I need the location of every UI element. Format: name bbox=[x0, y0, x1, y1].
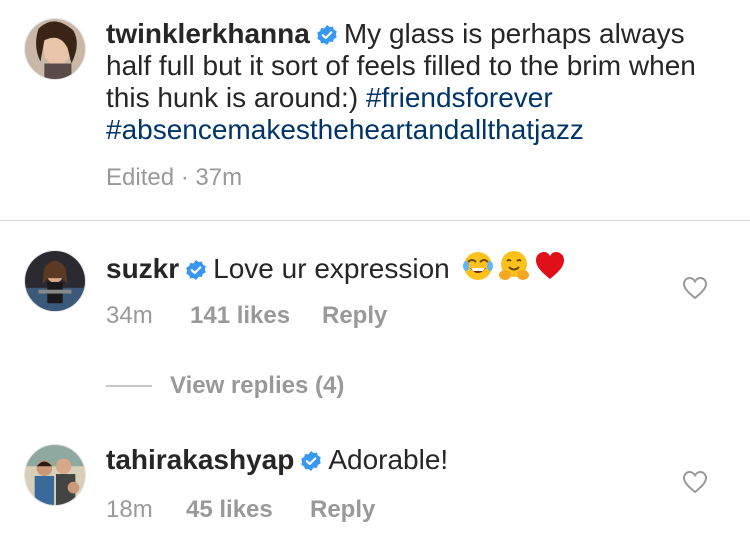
reply-button[interactable]: Reply bbox=[322, 302, 387, 330]
comment-avatar[interactable] bbox=[24, 250, 86, 312]
caption-username[interactable]: twinklerkhanna bbox=[106, 18, 310, 49]
red-heart-icon bbox=[535, 252, 564, 279]
comment-username[interactable]: tahirakashyap bbox=[106, 444, 294, 475]
caption-divider bbox=[0, 220, 750, 221]
comment-text: Adorable! bbox=[328, 444, 449, 475]
view-replies-button[interactable]: View replies (4) bbox=[106, 372, 344, 400]
hugging-face-icon bbox=[498, 251, 529, 280]
avatar-photo bbox=[25, 19, 85, 79]
heart-outline-icon[interactable] bbox=[682, 276, 708, 300]
hashtag-link[interactable]: #friendsforever bbox=[366, 82, 553, 113]
caption-timestamp: 37m bbox=[195, 164, 243, 191]
heart-outline-icon[interactable] bbox=[682, 470, 708, 494]
comment-username[interactable]: suzkr bbox=[106, 253, 179, 284]
avatar-photo bbox=[25, 251, 85, 311]
meta-separator: · bbox=[180, 164, 189, 191]
verified-badge-icon bbox=[301, 451, 322, 471]
caption-text-block: twinklerkhanna My glass is perhaps always… bbox=[106, 18, 726, 146]
comment-text-block: suzkr Love ur expression bbox=[106, 250, 726, 285]
comment-text-block: tahirakashyap Adorable! bbox=[106, 444, 726, 476]
edited-label: Edited bbox=[106, 164, 175, 191]
likes-count[interactable]: 141 likes bbox=[190, 302, 322, 330]
reply-button[interactable]: Reply bbox=[310, 496, 375, 524]
view-replies-label: View replies (4) bbox=[170, 372, 345, 399]
face-with-tears-of-joy-icon bbox=[462, 252, 493, 280]
view-replies-line bbox=[106, 385, 152, 387]
caption-avatar[interactable] bbox=[24, 18, 86, 80]
likes-count[interactable]: 45 likes bbox=[186, 496, 310, 524]
caption-meta: Edited · 37m bbox=[106, 164, 242, 192]
comment-meta: 34m 141 likes Reply bbox=[106, 302, 387, 330]
comment-text: Love ur expression bbox=[213, 253, 450, 284]
comment-timestamp: 34m bbox=[106, 302, 153, 329]
comment-meta: 18m 45 likes Reply bbox=[106, 496, 375, 524]
hashtag-link[interactable]: #absencemakestheheartandallthatjazz bbox=[106, 114, 584, 145]
avatar-photo bbox=[25, 445, 85, 505]
verified-badge-icon bbox=[317, 25, 337, 45]
comment-avatar[interactable] bbox=[24, 444, 86, 506]
comment-timestamp: 18m bbox=[106, 496, 153, 523]
verified-badge-icon bbox=[186, 260, 206, 280]
